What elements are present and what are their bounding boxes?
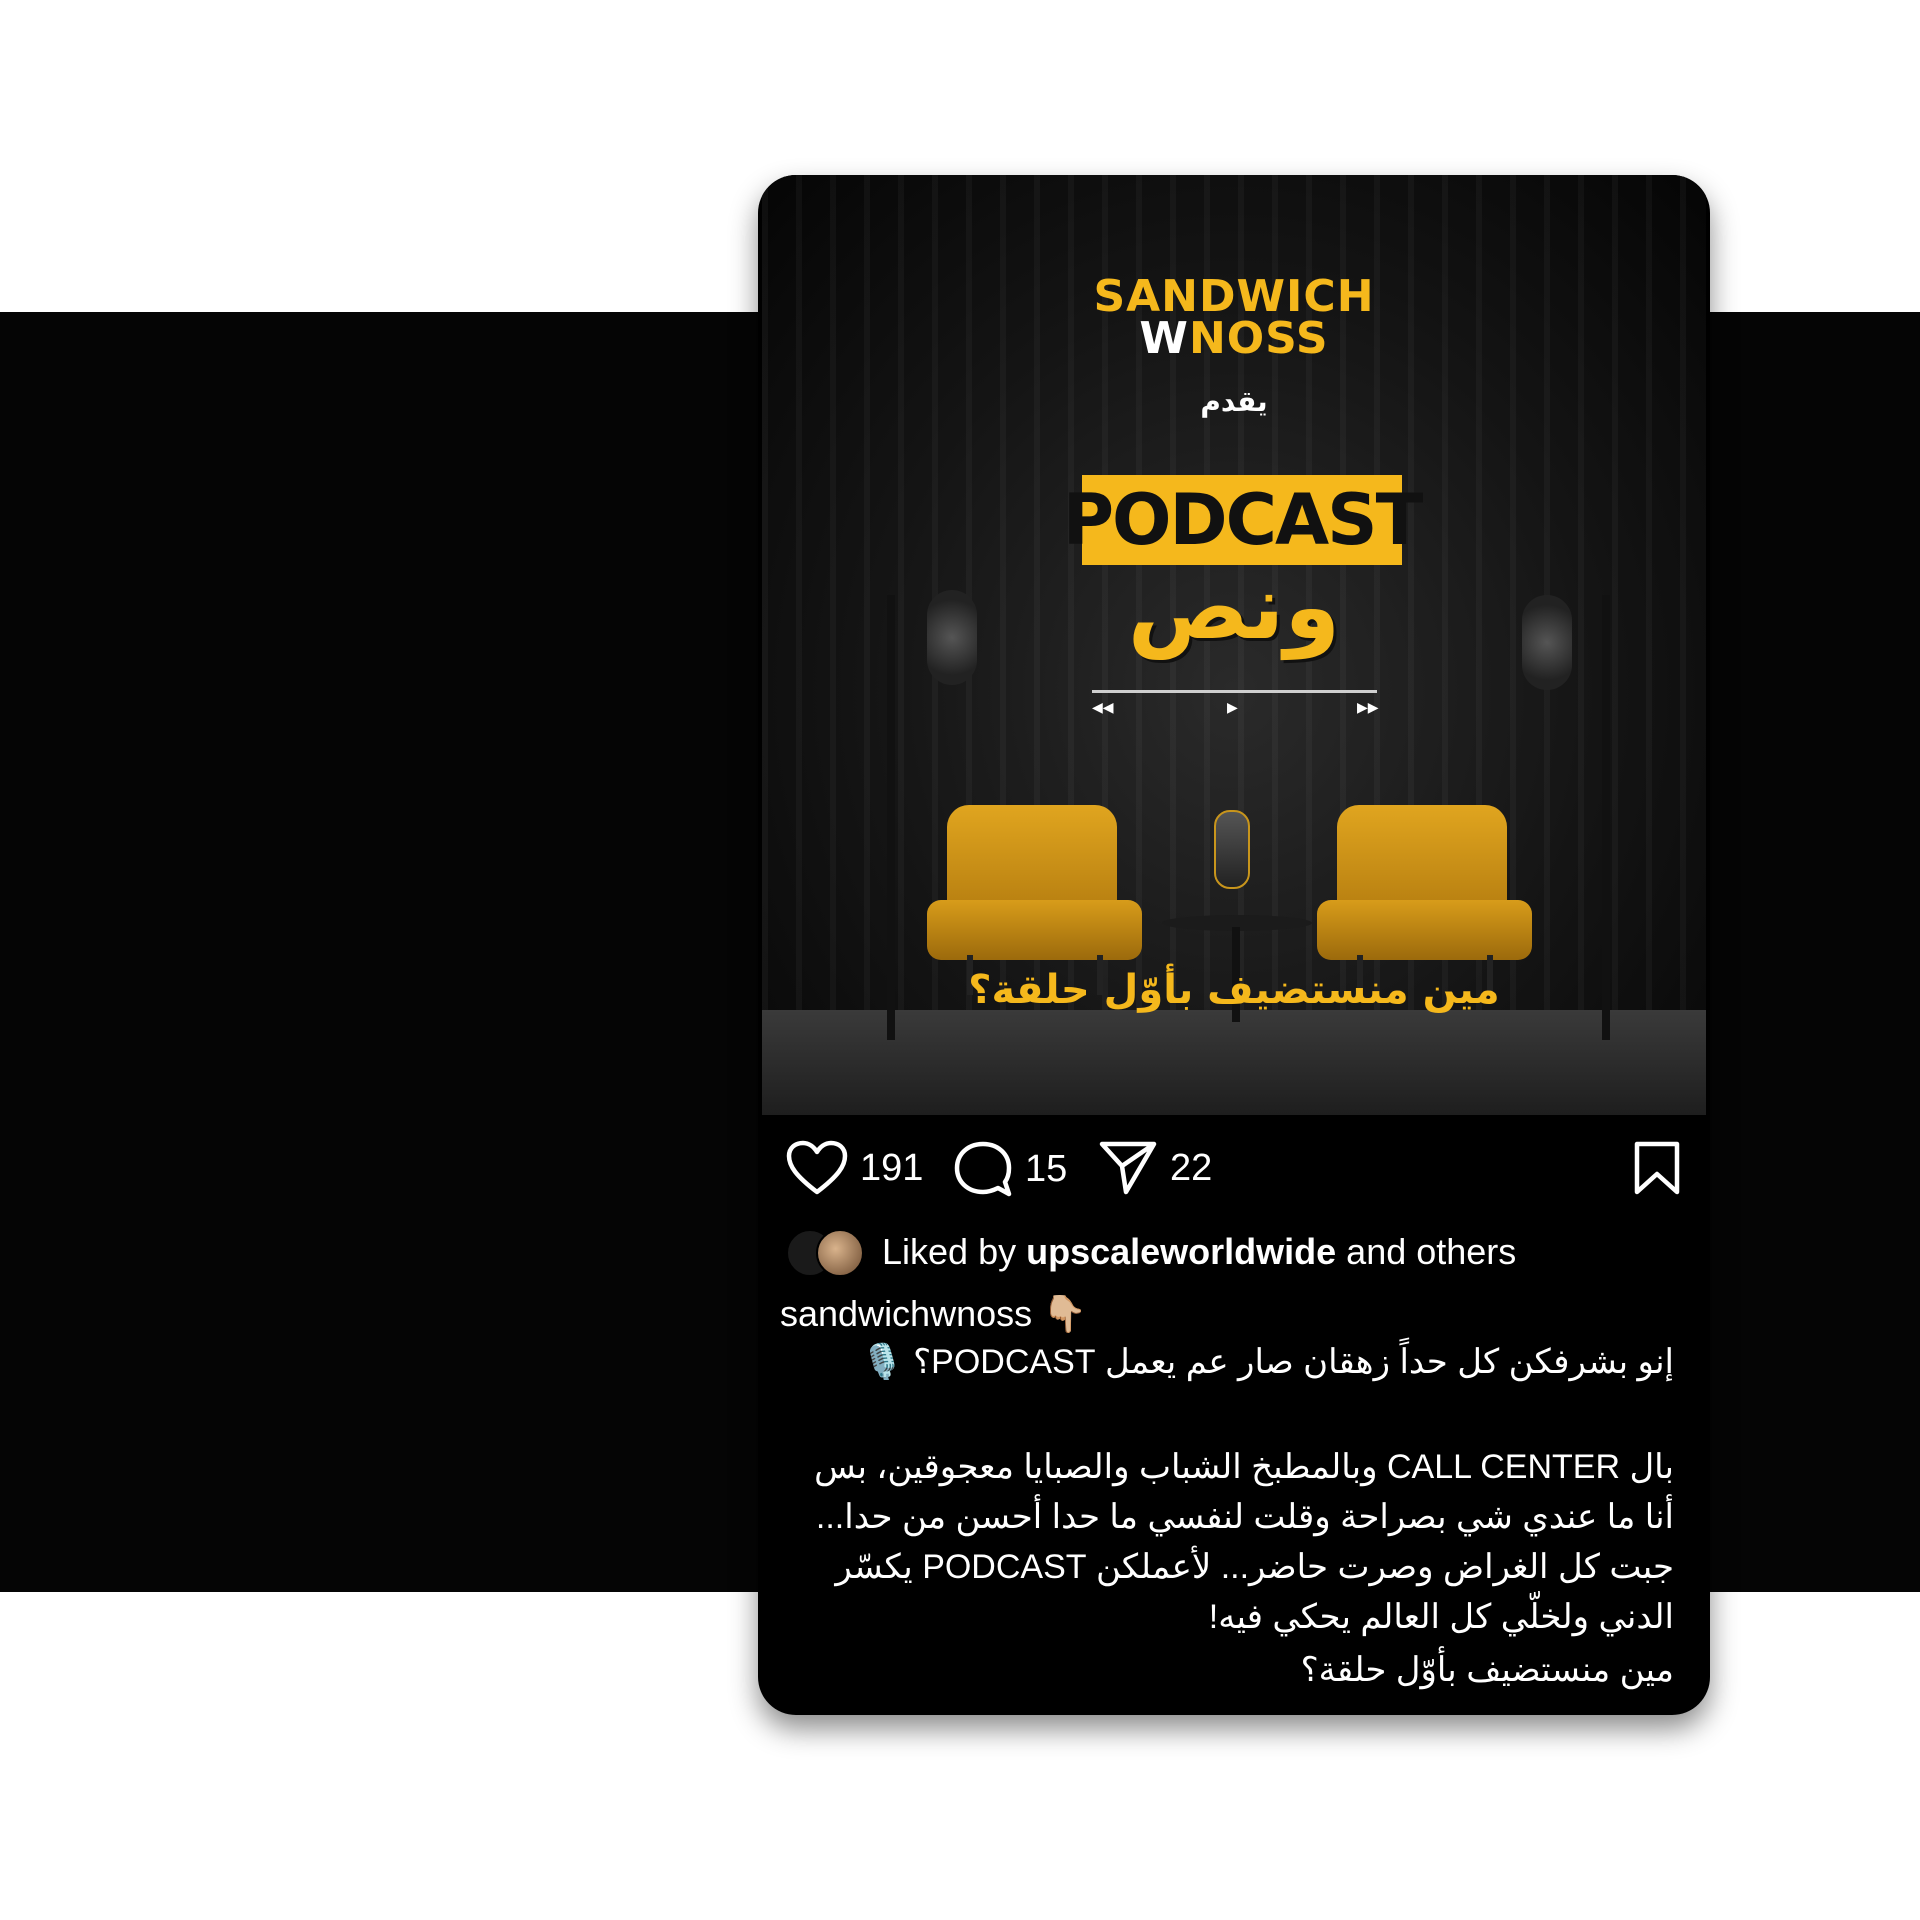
instagram-post-card: SANDWICH WNOSS يقدم PODCAST ونص ◀◀ ▶ ▶▶ … bbox=[758, 175, 1710, 1715]
liker-avatars bbox=[786, 1229, 866, 1277]
post-image[interactable]: SANDWICH WNOSS يقدم PODCAST ونص ◀◀ ▶ ▶▶ … bbox=[762, 175, 1706, 1115]
left-armchair bbox=[927, 805, 1142, 995]
brand-logo-line2: WNOSS bbox=[762, 317, 1706, 361]
like-count: 191 bbox=[860, 1146, 924, 1189]
caption-line: الدني ولخلّي كل العالم يحكي فيه! bbox=[1208, 1598, 1674, 1636]
share-count: 22 bbox=[1170, 1146, 1213, 1189]
liked-by-user-link[interactable]: upscaleworldwide bbox=[1026, 1231, 1336, 1272]
presents-label: يقدم bbox=[1200, 385, 1268, 418]
share-icon bbox=[1099, 1141, 1157, 1195]
poster-question: مين منستضيف بأوّل حلقة؟ bbox=[968, 967, 1500, 1013]
podcast-title: PODCAST bbox=[1062, 479, 1424, 561]
caption-line: بال CALL CENTER وبالمطبخ الشباب والصبايا… bbox=[814, 1448, 1674, 1486]
comment-button[interactable]: 15 bbox=[953, 1140, 1067, 1198]
fast-forward-icon: ▶▶ bbox=[1357, 700, 1379, 716]
bookmark-icon bbox=[1634, 1141, 1680, 1195]
right-microphone bbox=[1522, 595, 1572, 690]
liked-by-text: Liked by upscaleworldwide and others bbox=[882, 1231, 1516, 1273]
brand-logo-noss: NOSS bbox=[1188, 313, 1329, 364]
player-progress-bar bbox=[1092, 690, 1377, 693]
play-icon: ▶ bbox=[1227, 700, 1238, 716]
caption-line: إنو بشرفكن كل حداً زهقان صار عم يعمل POD… bbox=[861, 1343, 1674, 1381]
liked-by-row[interactable]: Liked by upscaleworldwide and others bbox=[786, 1227, 1516, 1277]
post-username[interactable]: sandwichwnoss 👇🏼 bbox=[780, 1293, 1087, 1335]
heart-icon bbox=[786, 1140, 848, 1195]
caption-line: مين منستضيف بأوّل حلقة؟ bbox=[1300, 1651, 1674, 1689]
share-button[interactable]: 22 bbox=[1098, 1140, 1212, 1196]
comment-icon bbox=[954, 1141, 1012, 1197]
left-microphone bbox=[927, 590, 977, 685]
comment-count: 15 bbox=[1025, 1147, 1068, 1190]
avatar bbox=[816, 1229, 864, 1277]
caption-line: جبت كل الغراض وصرت حاضر... لأعملكن PODCA… bbox=[835, 1548, 1674, 1586]
liked-by-prefix: Liked by bbox=[882, 1231, 1027, 1272]
bookmark-button[interactable] bbox=[1631, 1140, 1683, 1196]
post-action-bar: 191 15 22 bbox=[786, 1140, 1686, 1200]
like-button[interactable]: 191 bbox=[786, 1140, 923, 1196]
right-armchair bbox=[1317, 805, 1532, 995]
caption-line: أنا ما عندي شي بصراحة وقلت لنفسي ما حدا … bbox=[815, 1498, 1674, 1536]
brand-logo-w: W bbox=[1139, 313, 1189, 364]
podcast-title-box: PODCAST bbox=[1063, 475, 1423, 565]
liked-by-suffix: and others bbox=[1336, 1231, 1517, 1272]
studio-floor bbox=[762, 1010, 1706, 1115]
center-microphone bbox=[1214, 810, 1250, 889]
rewind-icon: ◀◀ bbox=[1092, 700, 1114, 716]
